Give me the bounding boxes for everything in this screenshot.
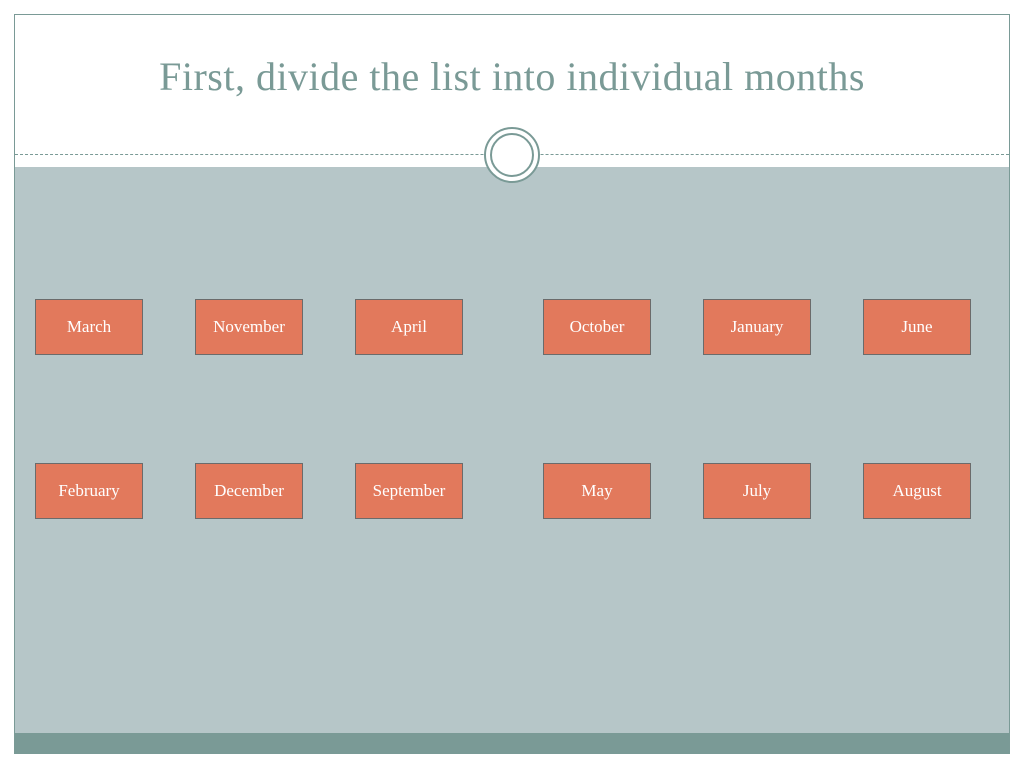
month-box-june: June [863,299,971,355]
body-area: March November April October January Jun… [15,167,1009,753]
slide: First, divide the list into individual m… [14,14,1010,754]
month-box-september: September [355,463,463,519]
month-box-november: November [195,299,303,355]
month-box-october: October [543,299,651,355]
month-box-july: July [703,463,811,519]
month-box-may: May [543,463,651,519]
month-box-march: March [35,299,143,355]
month-box-august: August [863,463,971,519]
month-box-february: February [35,463,143,519]
footer-bar [15,733,1009,753]
month-box-april: April [355,299,463,355]
month-box-january: January [703,299,811,355]
month-box-december: December [195,463,303,519]
slide-title: First, divide the list into individual m… [15,53,1009,100]
circle-ornament-icon [484,127,540,183]
